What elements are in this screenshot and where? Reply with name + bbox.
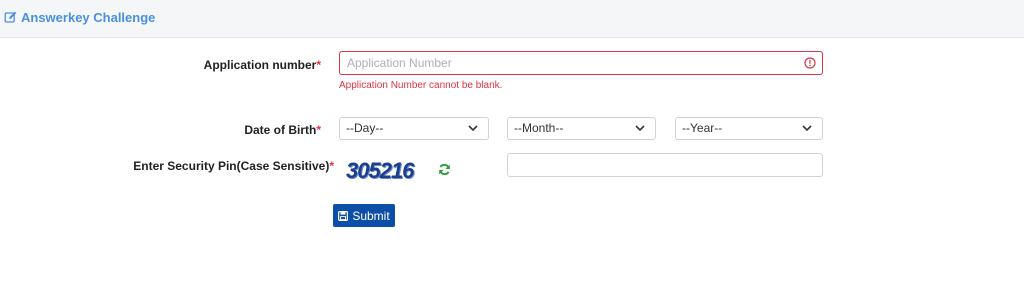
security-pin-label: Enter Security Pin(Case Sensitive)* (100, 159, 334, 173)
error-icon (804, 57, 816, 69)
application-number-input[interactable]: Application Number (339, 51, 823, 75)
application-number-label: Application number* (200, 58, 321, 72)
application-number-placeholder: Application Number (347, 56, 452, 70)
required-asterisk: * (316, 58, 321, 72)
date-of-birth-label: Date of Birth* (200, 123, 321, 137)
year-select[interactable]: --Year-- (675, 117, 823, 140)
day-select[interactable]: --Day-- (339, 117, 489, 140)
card-header: Answerkey Challenge (0, 0, 1024, 38)
captcha-image: 305216 (340, 155, 425, 185)
year-select-value: --Year-- (682, 121, 723, 135)
chevron-down-icon (802, 125, 812, 132)
month-select[interactable]: --Month-- (507, 117, 656, 140)
submit-button-label: Submit (352, 208, 390, 223)
refresh-icon[interactable] (438, 163, 451, 176)
submit-button[interactable]: Submit (333, 204, 395, 227)
month-select-value: --Month-- (514, 121, 564, 135)
day-select-value: --Day-- (346, 121, 384, 135)
save-icon (338, 210, 349, 221)
security-pin-input[interactable] (507, 153, 823, 177)
required-asterisk: * (329, 159, 334, 173)
chevron-down-icon (635, 125, 645, 132)
chevron-down-icon (468, 125, 478, 132)
page-title-text: Answerkey Challenge (21, 10, 156, 25)
required-asterisk: * (316, 123, 321, 137)
application-number-label-text: Application number (203, 58, 317, 72)
security-pin-label-text: Enter Security Pin(Case Sensitive) (133, 159, 330, 173)
edit-icon (4, 11, 17, 23)
application-number-error: Application Number cannot be blank. (339, 80, 503, 91)
date-of-birth-label-text: Date of Birth (244, 123, 317, 137)
captcha-text: 305216 (346, 158, 414, 183)
page-title: Answerkey Challenge (4, 10, 155, 25)
